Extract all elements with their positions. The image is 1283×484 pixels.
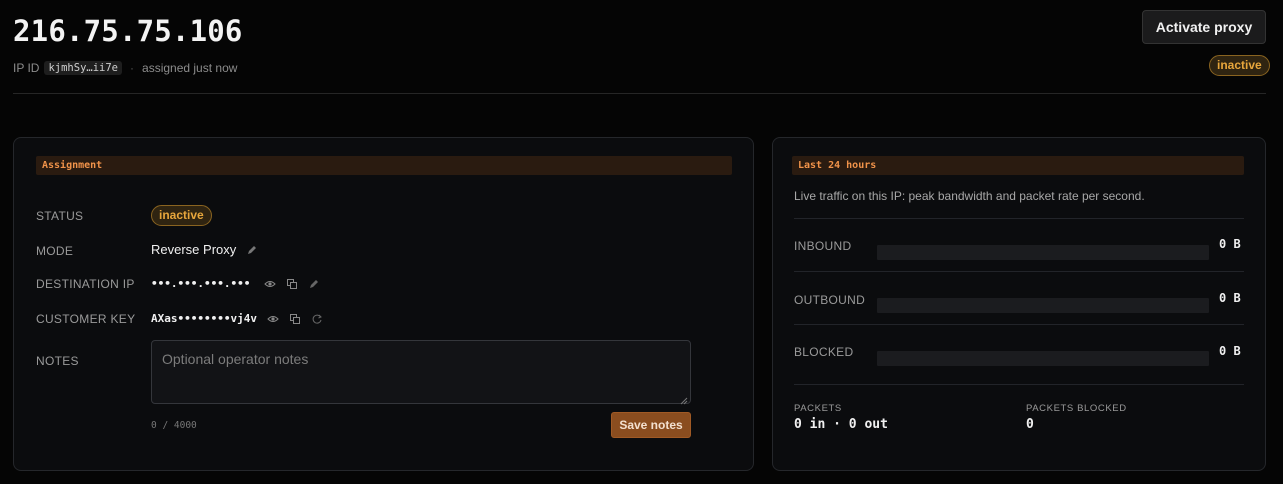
status-badge: inactive [1209,55,1270,76]
assignment-card: Assignment STATUS inactive MODE Reverse … [13,137,754,471]
mode-value: Reverse Proxy [151,242,237,257]
packets-label: PACKETS [794,403,842,414]
assigned-time: assigned just now [142,61,238,75]
header-divider [13,93,1266,94]
pencil-icon[interactable] [308,278,320,290]
packets-blocked-label: PACKETS BLOCKED [1026,403,1127,414]
traffic-card: Last 24 hours Live traffic on this IP: p… [772,137,1266,471]
refresh-icon[interactable] [311,313,323,325]
metric-label-blocked: BLOCKED [794,345,854,359]
copy-icon[interactable] [286,278,298,290]
metric-value-blocked: 0 B [1219,344,1241,358]
save-notes-button[interactable]: Save notes [611,412,691,438]
inbound-bar [877,245,1209,260]
blocked-bar [877,351,1209,366]
assignment-section-title: Assignment [36,156,732,175]
ip-id-chip[interactable]: kjmhSy…ii7e [44,61,123,75]
traffic-section-title: Last 24 hours [792,156,1244,175]
ip-meta: IP ID kjmhSy…ii7e · assigned just now [13,61,237,75]
divider [794,271,1244,272]
eye-icon[interactable] [264,278,277,290]
customer-key-label: CUSTOMER KEY [36,312,136,326]
assignment-status-badge: inactive [151,205,212,226]
packets-value: 0 in · 0 out [794,417,888,432]
notes-textarea[interactable] [151,340,691,404]
packets-blocked-value: 0 [1026,417,1034,432]
notes-char-count: 0 / 4000 [151,420,197,431]
divider [794,218,1244,219]
mode-label: MODE [36,244,74,258]
ip-title: 216.75.75.106 [13,14,243,48]
resize-grip-icon[interactable] [680,393,688,405]
outbound-bar [877,298,1209,313]
metric-label-inbound: INBOUND [794,239,852,253]
divider [794,384,1244,385]
metric-label-outbound: OUTBOUND [794,293,866,307]
destination-ip-label: DESTINATION IP [36,277,135,291]
copy-icon[interactable] [289,313,301,325]
status-label: STATUS [36,209,84,223]
traffic-description: Live traffic on this IP: peak bandwidth … [794,189,1145,203]
customer-key-value: AXas••••••••vj4v [151,312,257,325]
metric-value-inbound: 0 B [1219,237,1241,251]
meta-separator: · [130,61,135,75]
pencil-icon[interactable] [246,244,258,256]
eye-icon[interactable] [267,313,279,325]
ip-id-label: IP ID [13,61,40,75]
divider [794,324,1244,325]
notes-label: NOTES [36,354,79,368]
destination-ip-value: •••.•••.•••.••• [151,277,251,290]
activate-proxy-button[interactable]: Activate proxy [1142,10,1266,44]
metric-value-outbound: 0 B [1219,291,1241,305]
